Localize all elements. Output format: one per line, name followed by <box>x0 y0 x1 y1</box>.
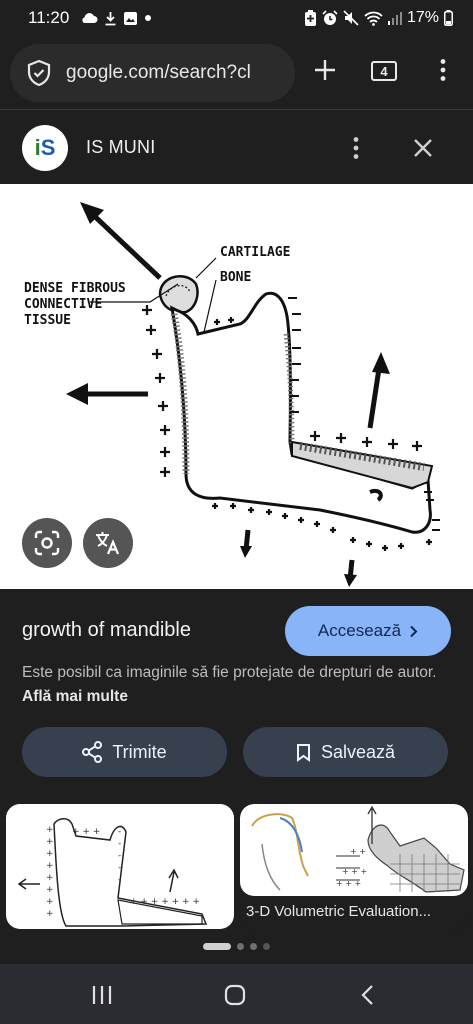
share-icon <box>82 741 103 763</box>
logo-letter-s: S <box>40 134 56 160</box>
cloud-icon <box>82 13 98 23</box>
related-caption[interactable]: 3-D Volumetric Evaluation... <box>246 903 466 920</box>
signal-icon <box>387 12 402 25</box>
related-thumbnail: + + + + + + + + <box>240 804 468 896</box>
image-details-panel: growth of mandible Accesează Este posibi… <box>0 589 473 804</box>
carousel-indicator <box>0 936 473 956</box>
share-label: Trimite <box>112 741 167 762</box>
svg-text:+: + <box>46 909 54 919</box>
google-lens-icon <box>34 530 60 556</box>
mute-icon <box>343 10 359 26</box>
mandible-diagram: CARTILAGE BONE DENSE FIBROUS CONNECTIVE … <box>24 202 440 587</box>
preview-image[interactable]: CARTILAGE BONE DENSE FIBROUS CONNECTIVE … <box>0 184 473 589</box>
svg-text:-: - <box>118 827 121 837</box>
more-menu-icon[interactable] <box>440 58 446 82</box>
visit-button[interactable]: Accesează <box>285 606 451 656</box>
new-tab-icon[interactable] <box>313 58 337 82</box>
share-button[interactable]: Trimite <box>22 727 227 777</box>
site-logo: iS <box>22 124 68 171</box>
svg-text:+ + +: + + + <box>72 827 100 837</box>
label-bone: BONE <box>220 270 251 285</box>
svg-text:-: - <box>118 875 121 885</box>
svg-text:+ + +: + + + <box>342 867 367 876</box>
clock: 11:20 <box>28 8 70 27</box>
download-icon <box>105 11 116 25</box>
svg-text:-: - <box>118 863 121 873</box>
tab-count: 4 <box>380 63 388 79</box>
translate-icon <box>96 532 120 555</box>
svg-text:-: - <box>118 851 121 861</box>
label-dense-fibrous: DENSE FIBROUS <box>24 281 126 296</box>
page-dot <box>263 942 270 950</box>
svg-text:+: + <box>46 825 54 835</box>
back-icon[interactable] <box>360 984 374 1006</box>
svg-text:+ +: + + <box>350 847 366 856</box>
svg-text:+: + <box>46 861 54 871</box>
save-button[interactable]: Salvează <box>243 727 448 777</box>
source-header: iS IS MUNI <box>0 111 473 184</box>
wifi-icon <box>364 11 383 26</box>
bookmark-icon <box>296 743 310 762</box>
recent-apps-icon[interactable] <box>91 985 113 1005</box>
copyright-notice: Este posibil ca imaginile să fie proteja… <box>22 661 452 709</box>
page-dot <box>250 942 257 950</box>
label-tissue: TISSUE <box>24 313 71 328</box>
label-cartilage: CARTILAGE <box>220 245 290 260</box>
svg-text:+: + <box>46 849 54 859</box>
battery-percent: 17% <box>406 9 439 26</box>
battery-icon <box>444 10 453 26</box>
more-options-icon[interactable] <box>353 136 359 160</box>
image-title[interactable]: growth of mandible <box>22 619 191 642</box>
url-text[interactable]: google.com/search?cl <box>66 62 251 84</box>
browser-toolbar: google.com/search?cl 4 <box>0 36 473 110</box>
learn-more-link[interactable]: Află mai multe <box>22 688 128 705</box>
related-card[interactable]: + + + + + + + + + + + - - - - - + + + + + + + <box>6 804 234 929</box>
svg-text:+: + <box>46 837 54 847</box>
page-dot-active <box>203 942 231 950</box>
svg-text:+ + +: + + + <box>336 879 361 888</box>
visit-label: Accesează <box>317 621 402 640</box>
copyright-text: Este posibil ca imaginile să fie proteja… <box>22 664 437 681</box>
translate-button[interactable] <box>83 518 133 568</box>
related-thumbnail: + + + + + + + + + + + - - - - - + + + + + + + <box>17 818 208 927</box>
site-security-icon[interactable] <box>26 59 52 87</box>
related-images: + + + + + + + + + + + ----- + + + + + + + + + + … <box>0 804 473 929</box>
close-icon[interactable] <box>413 138 433 158</box>
battery-saver-icon <box>304 9 316 26</box>
address-bar[interactable]: google.com/search?cl <box>10 44 295 102</box>
label-connective: CONNECTIVE <box>24 297 102 312</box>
related-card[interactable]: + + + + + + + + 3-D Volumetric Evaluation.… <box>240 804 468 929</box>
svg-text:-: - <box>118 839 121 849</box>
alarm-icon <box>322 10 338 25</box>
dot-icon <box>145 15 152 21</box>
save-label: Salvează <box>320 741 396 762</box>
home-icon[interactable] <box>224 984 246 1006</box>
chevron-right-icon <box>410 625 418 637</box>
svg-text:+: + <box>46 897 54 907</box>
system-navigation-bar <box>0 964 473 1024</box>
svg-text:+: + <box>46 885 54 895</box>
google-lens-button[interactable] <box>22 518 72 568</box>
image-icon <box>124 11 138 25</box>
svg-text:+ + + + + + +: + + + + + + + <box>130 897 200 907</box>
source-name[interactable]: IS MUNI <box>86 137 155 158</box>
page-dot <box>237 942 244 950</box>
tabs-icon[interactable]: 4 <box>371 61 397 81</box>
status-bar: 11:20 17% <box>0 0 473 36</box>
svg-text:+: + <box>46 873 54 883</box>
